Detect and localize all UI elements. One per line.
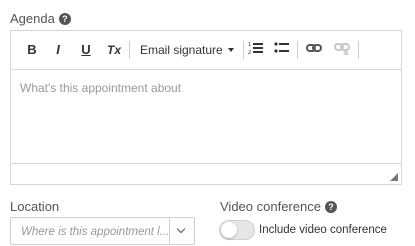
video-conference-toggle[interactable] <box>219 220 255 240</box>
underline-button[interactable]: U <box>77 41 95 59</box>
editor-toolbar: B I U Tx Email signature 1 2 <box>11 31 401 70</box>
toolbar-separator <box>243 41 244 59</box>
bullet-list-icon <box>274 42 289 53</box>
video-conference-label: Video conference <box>220 199 321 214</box>
chevron-down-icon <box>176 224 186 234</box>
video-conference-toggle-label[interactable]: Include video conference <box>259 224 387 236</box>
email-signature-label: Email signature <box>140 43 223 57</box>
location-label: Location <box>10 199 60 214</box>
link-icon <box>306 44 322 52</box>
email-signature-select[interactable]: Email signature <box>140 41 234 59</box>
unlink-button[interactable] <box>333 41 351 59</box>
agenda-label: Agenda <box>10 11 55 26</box>
ordered-list-icon: 1 2 <box>248 42 263 56</box>
bullet-list-button[interactable] <box>273 41 291 59</box>
italic-button[interactable]: I <box>49 41 67 59</box>
clear-format-button[interactable]: Tx <box>105 41 123 59</box>
caret-down-icon <box>228 48 234 52</box>
agenda-editor: B I U Tx Email signature 1 2 What's this… <box>10 30 402 185</box>
toolbar-separator <box>297 41 298 59</box>
unlink-icon <box>334 43 350 56</box>
toggle-knob <box>221 222 237 238</box>
svg-text:1: 1 <box>248 42 251 48</box>
help-icon[interactable]: ? <box>58 13 71 25</box>
location-placeholder: Where is this appointment l... <box>21 226 170 238</box>
agenda-placeholder: What's this appointment about <box>20 81 182 95</box>
toolbar-separator <box>358 41 359 59</box>
toolbar-separator <box>129 41 130 59</box>
agenda-label-wrap: Agenda? <box>10 11 71 26</box>
help-icon[interactable]: ? <box>324 201 337 213</box>
insert-link-button[interactable] <box>305 41 323 59</box>
location-input[interactable]: Where is this appointment l... <box>10 217 195 245</box>
bold-button[interactable]: B <box>23 41 41 59</box>
ordered-list-button[interactable]: 1 2 <box>247 41 265 59</box>
resize-handle-icon[interactable] <box>390 173 398 181</box>
video-conference-label-wrap: Video conference? <box>220 199 337 214</box>
agenda-textarea[interactable]: What's this appointment about <box>11 69 401 164</box>
svg-text:2: 2 <box>248 50 251 55</box>
location-dropdown-button[interactable] <box>169 218 194 244</box>
